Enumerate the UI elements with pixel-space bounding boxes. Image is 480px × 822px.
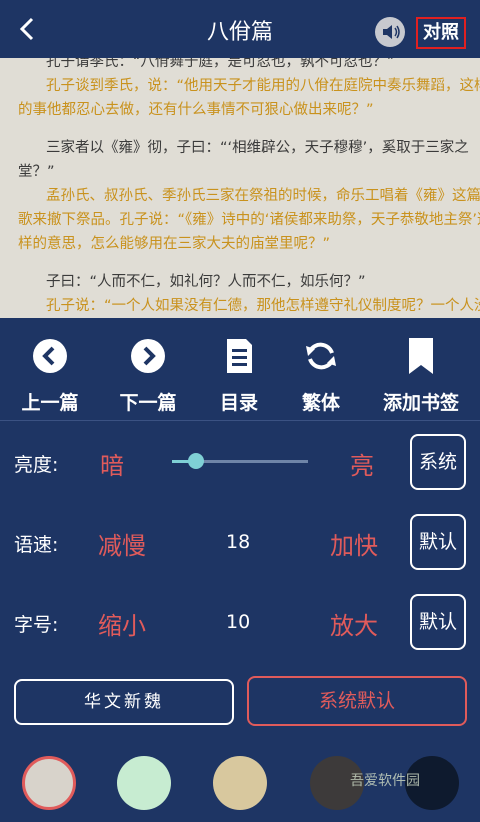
- font-size-larger-button[interactable]: 放大: [330, 606, 378, 641]
- speed-faster-button[interactable]: 加快: [330, 526, 378, 561]
- chevron-left-circle-icon: [33, 339, 67, 373]
- font-size-label: 字号:: [14, 614, 59, 636]
- watermark: 吾爱软件园: [350, 773, 420, 789]
- speed-label: 语速:: [14, 534, 59, 556]
- translation-text-line: 歌来撤下祭品。孔子说：“《雍》诗中的‘诸侯都来助祭，天子恭敬地主祭’这: [18, 212, 480, 228]
- theme-swatch-green[interactable]: [117, 756, 171, 810]
- translation-text-line: 孔子说：“一个人如果没有仁德，那他怎样遵守礼仪制度呢？一个人没: [46, 298, 480, 314]
- divider: [0, 420, 480, 421]
- reading-pane[interactable]: 孔子谓季氏：“八佾舞于庭，是可忍也，孰不可忍也？” 孔子谈到季氏，说：“他用天子才…: [0, 58, 480, 318]
- original-text-line: 子曰：“人而不仁，如礼何？人而不仁，如乐何？”: [46, 274, 366, 290]
- speaker-button[interactable]: [375, 17, 405, 47]
- next-chapter-button[interactable]: 下一篇: [114, 336, 182, 415]
- font-size-default-button[interactable]: 默认: [410, 594, 466, 650]
- navigation-controls: 上一篇 下一篇 目录 繁体 添加书签: [0, 318, 480, 422]
- brightness-dark-label: 暗: [100, 452, 124, 480]
- traditional-chinese-label: 繁体: [301, 392, 340, 414]
- traditional-chinese-button[interactable]: 繁体: [294, 336, 348, 415]
- brightness-slider-thumb[interactable]: [188, 453, 205, 469]
- toc-label: 目录: [219, 392, 258, 414]
- original-text-line: 孔子谓季氏：“八佾舞于庭，是可忍也，孰不可忍也？”: [46, 58, 395, 70]
- refresh-icon: [306, 342, 336, 370]
- speed-slower-button[interactable]: 减慢: [98, 526, 146, 561]
- add-bookmark-label: 添加书签: [382, 392, 459, 414]
- brightness-label: 亮度:: [14, 454, 59, 476]
- font-size-value: 10: [226, 611, 251, 633]
- next-chapter-label: 下一篇: [119, 392, 177, 414]
- speed-default-button[interactable]: 默认: [410, 514, 466, 570]
- chevron-right-circle-icon: [131, 339, 165, 373]
- toc-button[interactable]: 目录: [212, 336, 266, 415]
- original-text-line: 堂？”: [18, 164, 55, 180]
- brightness-system-button[interactable]: 系统: [410, 434, 466, 490]
- speed-value: 18: [226, 531, 251, 553]
- compare-button[interactable]: 对照: [416, 17, 466, 49]
- theme-swatch-tan[interactable]: [213, 756, 267, 810]
- page-title: 八佾篇: [206, 20, 273, 45]
- brightness-bright-label: 亮: [350, 452, 374, 480]
- bookmark-icon: [409, 338, 433, 374]
- translation-text-line: 的事他都忍心去做，还有什么事情不可狠心做出来呢？”: [18, 102, 374, 118]
- top-bar: 八佾篇 对照: [0, 0, 480, 58]
- document-list-icon: [227, 339, 252, 373]
- translation-text-line: 孔子谈到季氏，说：“他用天子才能用的八佾在庭院中奏乐舞蹈，这样: [46, 78, 480, 94]
- font-size-smaller-button[interactable]: 缩小: [98, 606, 146, 641]
- translation-text-line: 样的意思，怎么能够用在三家大夫的庙堂里呢？”: [18, 236, 331, 252]
- original-text-line: 三家者以《雍》彻，子曰：“‘相维辟公，天子穆穆’，奚取于三家之: [46, 140, 469, 156]
- system-default-font-button[interactable]: 系统默认: [247, 676, 467, 726]
- prev-chapter-button[interactable]: 上一篇: [16, 336, 84, 415]
- font-typeface-button[interactable]: 华文新魏: [14, 679, 234, 725]
- add-bookmark-button[interactable]: 添加书签: [376, 336, 466, 415]
- speaker-icon: [383, 25, 400, 39]
- prev-chapter-label: 上一篇: [21, 392, 79, 414]
- theme-swatch-gray[interactable]: [22, 756, 76, 810]
- translation-text-line: 孟孙氏、叔孙氏、季孙氏三家在祭祖的时候，命乐工唱着《雍》这篇诗: [46, 188, 480, 204]
